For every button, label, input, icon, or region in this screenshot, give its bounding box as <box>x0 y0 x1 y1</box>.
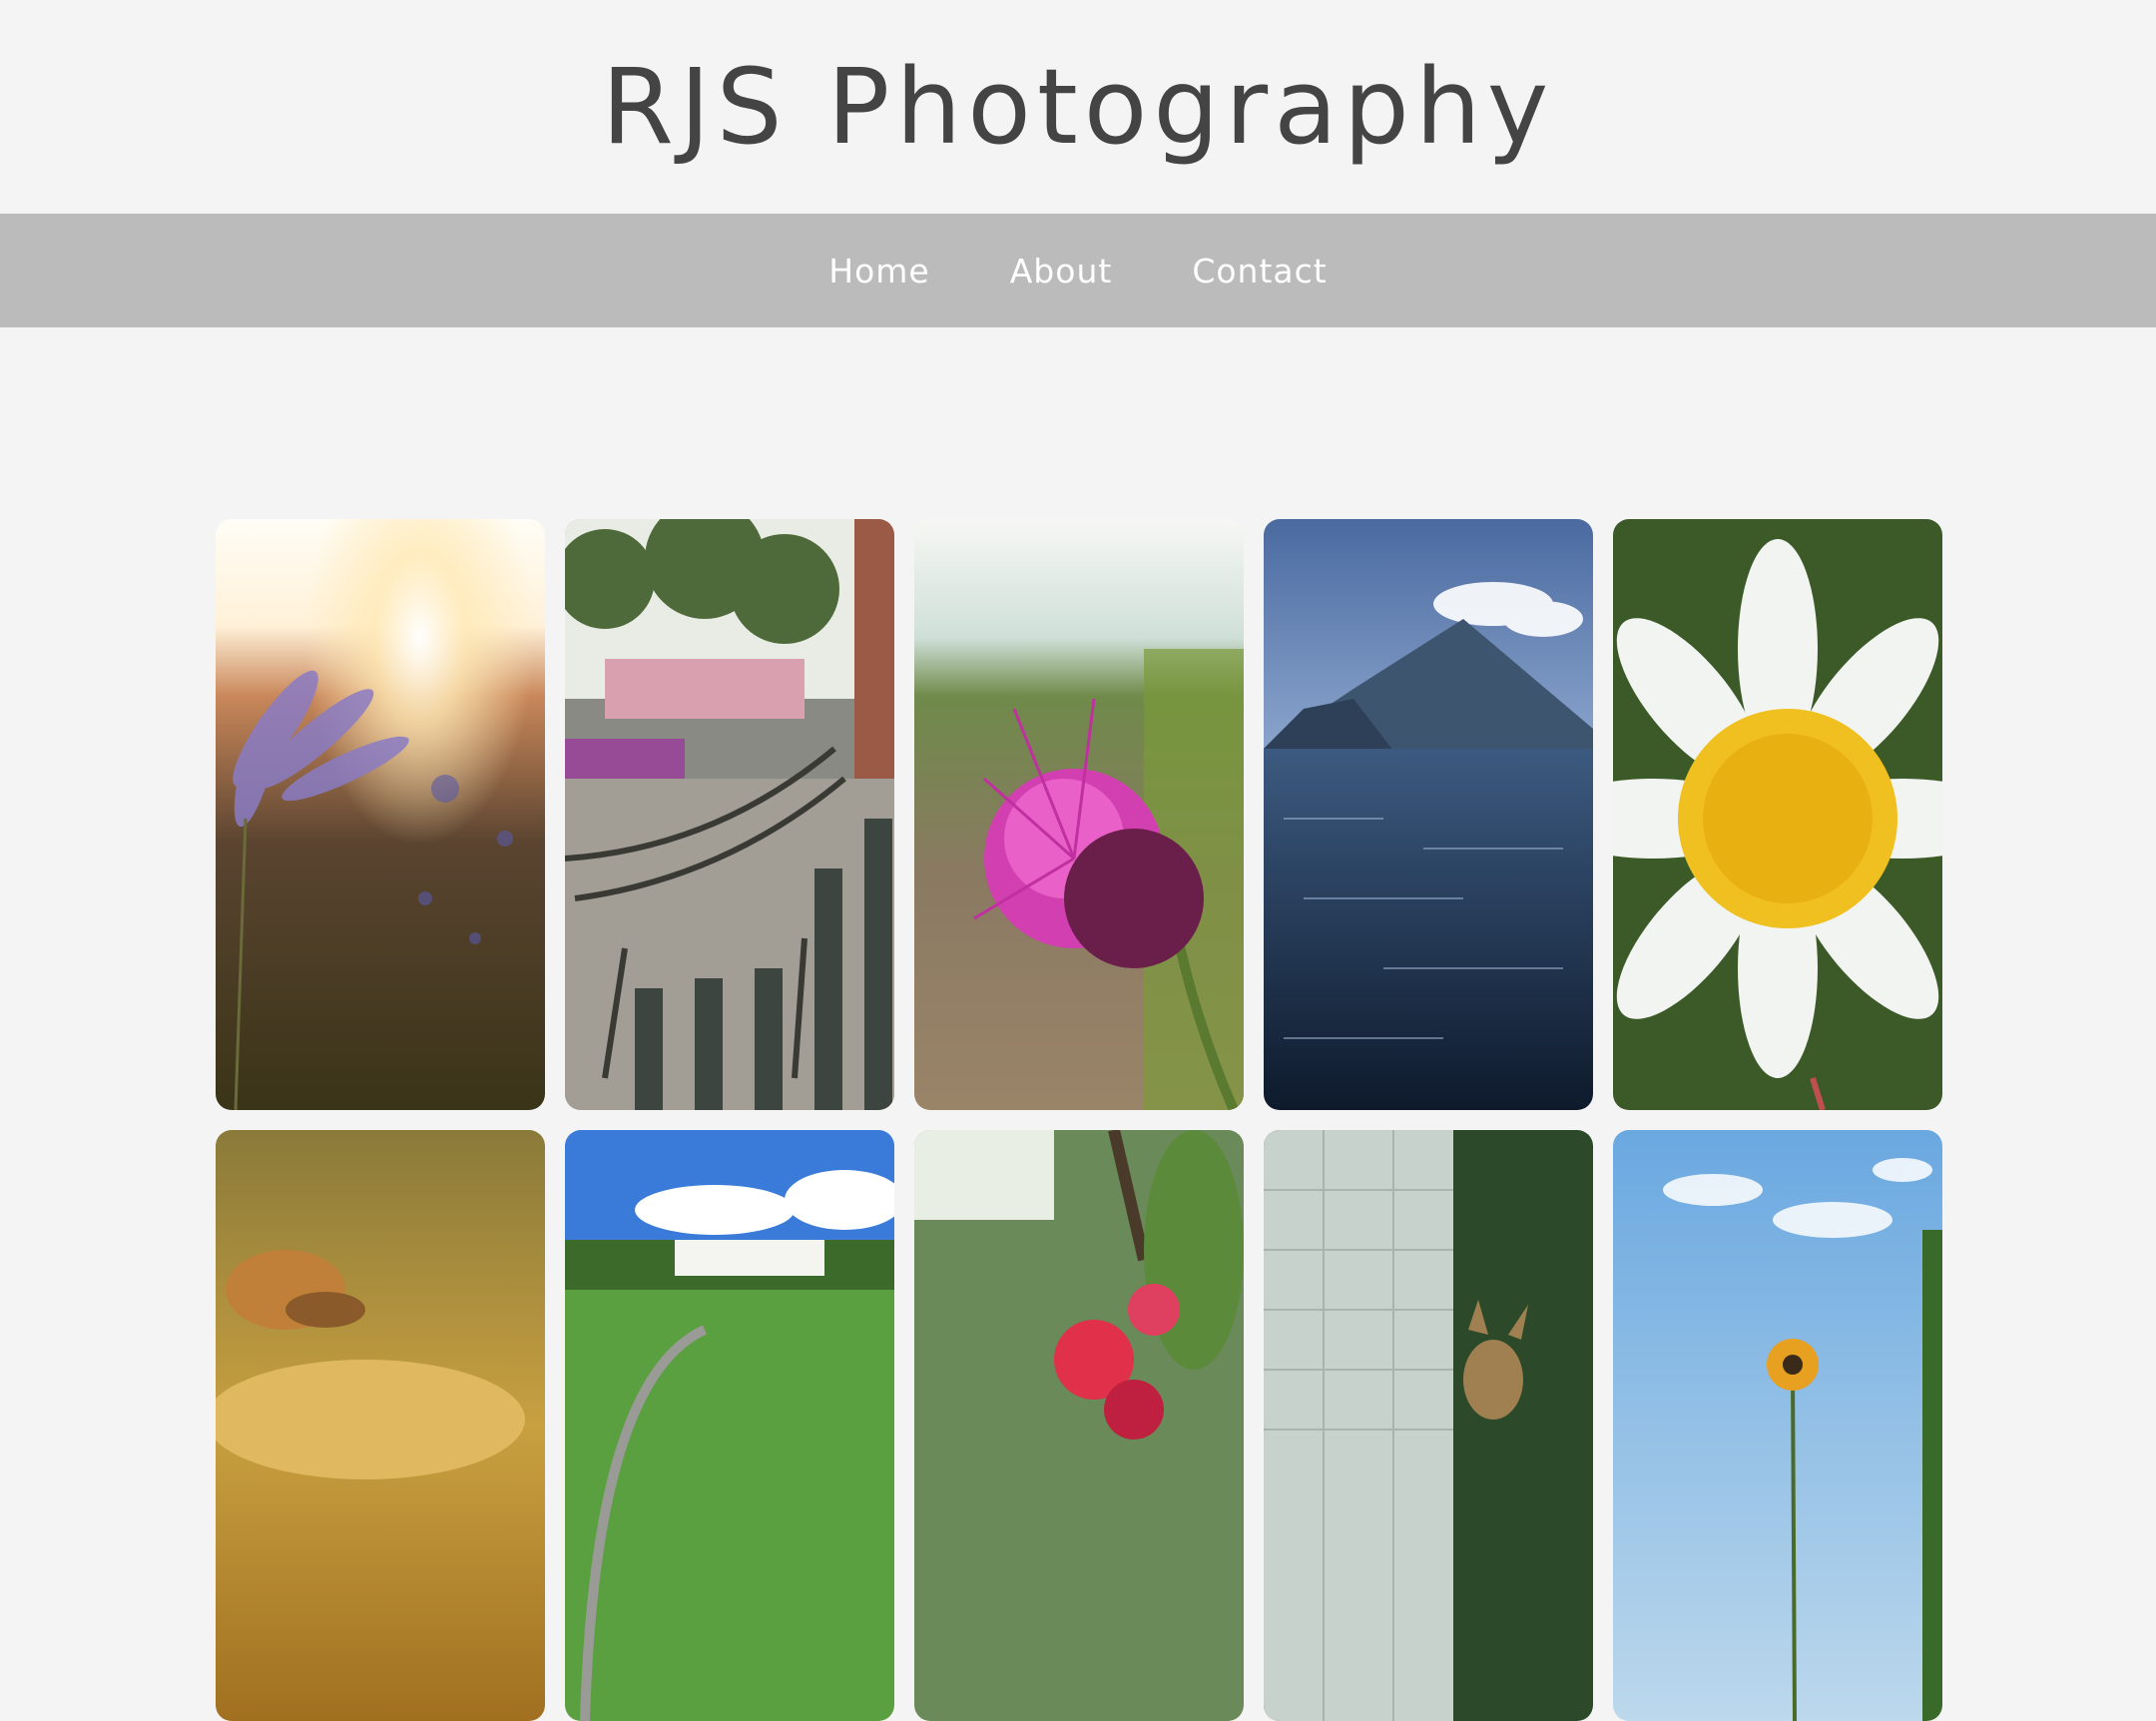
photo-card-berries[interactable] <box>914 1130 1244 1721</box>
photo-image <box>565 519 894 1110</box>
photo-image <box>1613 1130 1942 1721</box>
photo-card-hotel[interactable] <box>565 1130 894 1721</box>
site-header: RJS Photography <box>0 0 2156 214</box>
photo-image <box>565 1130 894 1721</box>
nav-about-link[interactable]: About <box>1010 252 1113 290</box>
photo-card-daisy[interactable] <box>1613 519 1942 1110</box>
site-title: RJS Photography <box>601 46 1555 168</box>
photo-image <box>914 1130 1244 1721</box>
photo-card-sky-flower[interactable] <box>1613 1130 1942 1721</box>
photo-card-bench[interactable] <box>565 519 894 1110</box>
photo-card-deer[interactable] <box>1264 1130 1593 1721</box>
photo-image <box>1264 519 1593 1110</box>
nav-contact-link[interactable]: Contact <box>1192 252 1327 290</box>
photo-card-thistle[interactable] <box>914 519 1244 1110</box>
photo-image <box>216 519 545 1110</box>
photo-gallery <box>216 519 1942 1721</box>
photo-card-lavender[interactable] <box>216 519 545 1110</box>
photo-image <box>1264 1130 1593 1721</box>
photo-card-volcano[interactable] <box>1264 519 1593 1110</box>
main-nav: Home About Contact <box>0 214 2156 327</box>
photo-image <box>1613 519 1942 1110</box>
photo-card-snail[interactable] <box>216 1130 545 1721</box>
photo-image <box>216 1130 545 1721</box>
photo-image <box>914 519 1244 1110</box>
nav-home-link[interactable]: Home <box>828 252 929 290</box>
